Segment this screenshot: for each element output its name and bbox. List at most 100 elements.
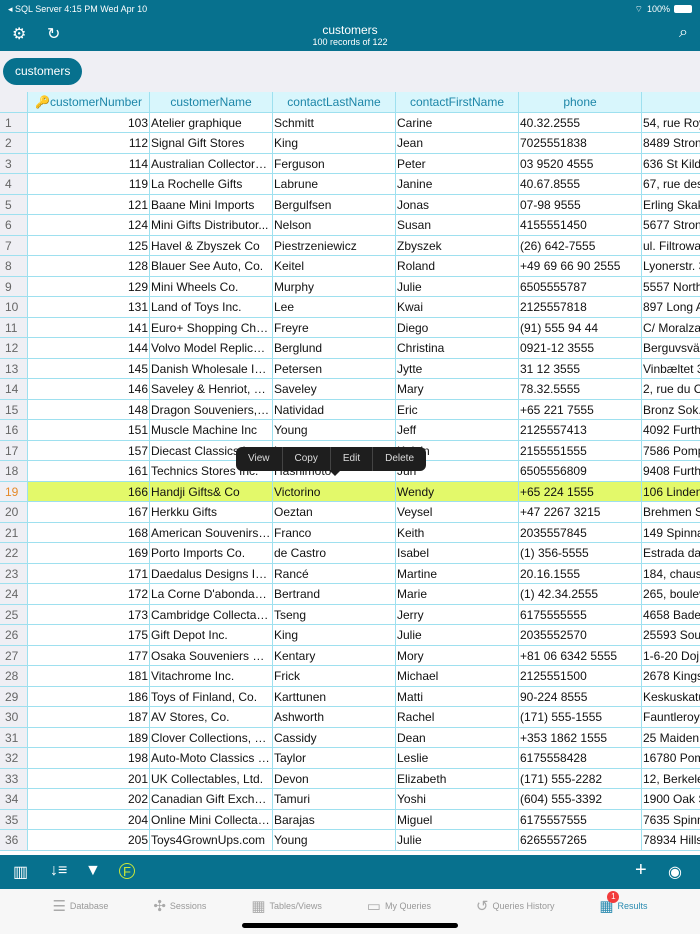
cell-contactFirstName[interactable]: Jytte [396, 359, 519, 379]
cell-customerNumber[interactable]: 198 [28, 748, 150, 768]
cell-contactFirstName[interactable]: Julie [396, 277, 519, 297]
cell-customerName[interactable]: UK Collectables, Ltd. [150, 769, 273, 789]
table-row[interactable]: 19166Handji Gifts& CoVictorinoWendy+65 2… [0, 482, 700, 503]
cell-customerName[interactable]: Volvo Model Replicas... [150, 338, 273, 358]
cell-phone[interactable]: 7025551838 [519, 133, 642, 153]
cell-phone[interactable]: +47 2267 3215 [519, 502, 642, 522]
cell-phone[interactable]: +353 1862 1555 [519, 728, 642, 748]
cell-customerName[interactable]: Osaka Souveniers Co. [150, 646, 273, 666]
cell-customerName[interactable]: Baane Mini Imports [150, 195, 273, 215]
cell-addre[interactable]: Bronz Sok. [642, 400, 700, 420]
row-index[interactable]: 8 [0, 256, 28, 276]
table-row[interactable]: 14146Saveley & Henriot, Co.SaveleyMary78… [0, 379, 700, 400]
row-index[interactable] [0, 92, 28, 112]
cell-phone[interactable]: 03 9520 4555 [519, 154, 642, 174]
cell-customerNumber[interactable]: 202 [28, 789, 150, 809]
row-index[interactable]: 16 [0, 420, 28, 440]
cell-contactLastName[interactable]: Ashworth [273, 707, 396, 727]
row-index[interactable]: 19 [0, 482, 28, 502]
table-row[interactable]: 8128Blauer See Auto, Co.KeitelRoland+49 … [0, 256, 700, 277]
cell-contactLastName[interactable]: Taylor [273, 748, 396, 768]
cell-customerName[interactable]: AV Stores, Co. [150, 707, 273, 727]
cell-customerNumber[interactable]: 131 [28, 297, 150, 317]
cell-addre[interactable]: 54, rue Roy [642, 113, 700, 133]
cell-customerNumber[interactable]: 112 [28, 133, 150, 153]
cell-customerNumber[interactable]: 172 [28, 584, 150, 604]
row-index[interactable]: 17 [0, 441, 28, 461]
function-icon[interactable]: F [119, 863, 135, 879]
cell-phone[interactable]: 31 12 3555 [519, 359, 642, 379]
cell-contactLastName[interactable]: Ferguson [273, 154, 396, 174]
cell-contactFirstName[interactable]: Peter [396, 154, 519, 174]
tab-sessions[interactable]: ✣Sessions [153, 889, 206, 923]
cell-customerName[interactable]: Cambridge Collectab... [150, 605, 273, 625]
cell-phone[interactable]: 6175555555 [519, 605, 642, 625]
cell-customerName[interactable]: Mini Gifts Distributor... [150, 215, 273, 235]
row-index[interactable]: 10 [0, 297, 28, 317]
cell-contactFirstName[interactable]: Julie [396, 830, 519, 850]
cell-phone[interactable]: (171) 555-2282 [519, 769, 642, 789]
row-index[interactable]: 5 [0, 195, 28, 215]
cell-customerName[interactable]: Online Mini Collectab... [150, 810, 273, 830]
cell-addre[interactable]: 12, Berkele [642, 769, 700, 789]
row-index[interactable]: 18 [0, 461, 28, 481]
cell-addre[interactable]: 2678 Kings [642, 666, 700, 686]
cell-phone[interactable]: 2035557845 [519, 523, 642, 543]
cell-customerName[interactable]: Toys4GrownUps.com [150, 830, 273, 850]
cell-customerNumber[interactable]: 187 [28, 707, 150, 727]
cell-customerName[interactable]: Auto-Moto Classics I... [150, 748, 273, 768]
table-row[interactable]: 29186Toys of Finland, Co.KarttunenMatti9… [0, 687, 700, 708]
row-index[interactable]: 14 [0, 379, 28, 399]
cell-customerNumber[interactable]: 121 [28, 195, 150, 215]
cell-addre[interactable]: 7586 Pomp [642, 441, 700, 461]
cell-addre[interactable]: Berguvsväg [642, 338, 700, 358]
cell-contactLastName[interactable]: Oeztan [273, 502, 396, 522]
table-row[interactable]: 22169Porto Imports Co.de CastroIsabel(1)… [0, 543, 700, 564]
cell-addre[interactable]: 265, boulev [642, 584, 700, 604]
table-row[interactable]: 11141Euro+ Shopping Cha...FreyreDiego(91… [0, 318, 700, 339]
table-row[interactable]: 34202Canadian Gift Exchan...TamuriYoshi(… [0, 789, 700, 810]
cell-addre[interactable]: 67, rue des [642, 174, 700, 194]
cell-customerNumber[interactable]: 204 [28, 810, 150, 830]
cell-contactFirstName[interactable]: Jonas [396, 195, 519, 215]
tab-queries-history[interactable]: ↺Queries History [476, 889, 555, 923]
cell-customerName[interactable]: Signal Gift Stores [150, 133, 273, 153]
cell-contactFirstName[interactable]: Marie [396, 584, 519, 604]
cell-contactFirstName[interactable]: Kwai [396, 297, 519, 317]
cell-contactLastName[interactable]: Tseng [273, 605, 396, 625]
cell-addre[interactable]: 184, chaus [642, 564, 700, 584]
table-row[interactable]: 30187AV Stores, Co.AshworthRachel(171) 5… [0, 707, 700, 728]
row-index[interactable]: 20 [0, 502, 28, 522]
row-index[interactable]: 21 [0, 523, 28, 543]
cell-contactFirstName[interactable]: Mary [396, 379, 519, 399]
cell-customerNumber[interactable]: 129 [28, 277, 150, 297]
cell-customerName[interactable]: customerName [150, 92, 273, 112]
cell-addre[interactable]: Brehmen S [642, 502, 700, 522]
cell-customerNumber[interactable]: 146 [28, 379, 150, 399]
cell-customerName[interactable]: Euro+ Shopping Cha... [150, 318, 273, 338]
cell-addre[interactable]: C/ Moralza [642, 318, 700, 338]
cell-addre[interactable]: Estrada da [642, 543, 700, 563]
cell-contactLastName[interactable]: Kentary [273, 646, 396, 666]
cell-phone[interactable]: (1) 356-5555 [519, 543, 642, 563]
cell-contactFirstName[interactable]: Julie [396, 625, 519, 645]
cell-customerName[interactable]: Land of Toys Inc. [150, 297, 273, 317]
table-row[interactable]: 36205Toys4GrownUps.comYoungJulie62655572… [0, 830, 700, 851]
cell-contactLastName[interactable]: Young [273, 830, 396, 850]
row-index[interactable]: 6 [0, 215, 28, 235]
cell-contactFirstName[interactable]: Carine [396, 113, 519, 133]
cell-contactLastName[interactable]: Frick [273, 666, 396, 686]
cell-phone[interactable]: (604) 555-3392 [519, 789, 642, 809]
cell-addre[interactable]: 106 Linden [642, 482, 700, 502]
cell-phone[interactable]: 2125557818 [519, 297, 642, 317]
cell-customerName[interactable]: Gift Depot Inc. [150, 625, 273, 645]
cell-customerNumber[interactable]: 168 [28, 523, 150, 543]
menu-edit[interactable]: Edit [331, 447, 373, 471]
cell-contactFirstName[interactable]: Dean [396, 728, 519, 748]
table-row[interactable]: 35204Online Mini Collectab...BarajasMigu… [0, 810, 700, 831]
cell-customerNumber[interactable]: 119 [28, 174, 150, 194]
cell-contactLastName[interactable]: Victorino [273, 482, 396, 502]
row-index[interactable]: 33 [0, 769, 28, 789]
cell-contactFirstName[interactable]: Miguel [396, 810, 519, 830]
cell-contactFirstName[interactable]: contactFirstName [396, 92, 519, 112]
